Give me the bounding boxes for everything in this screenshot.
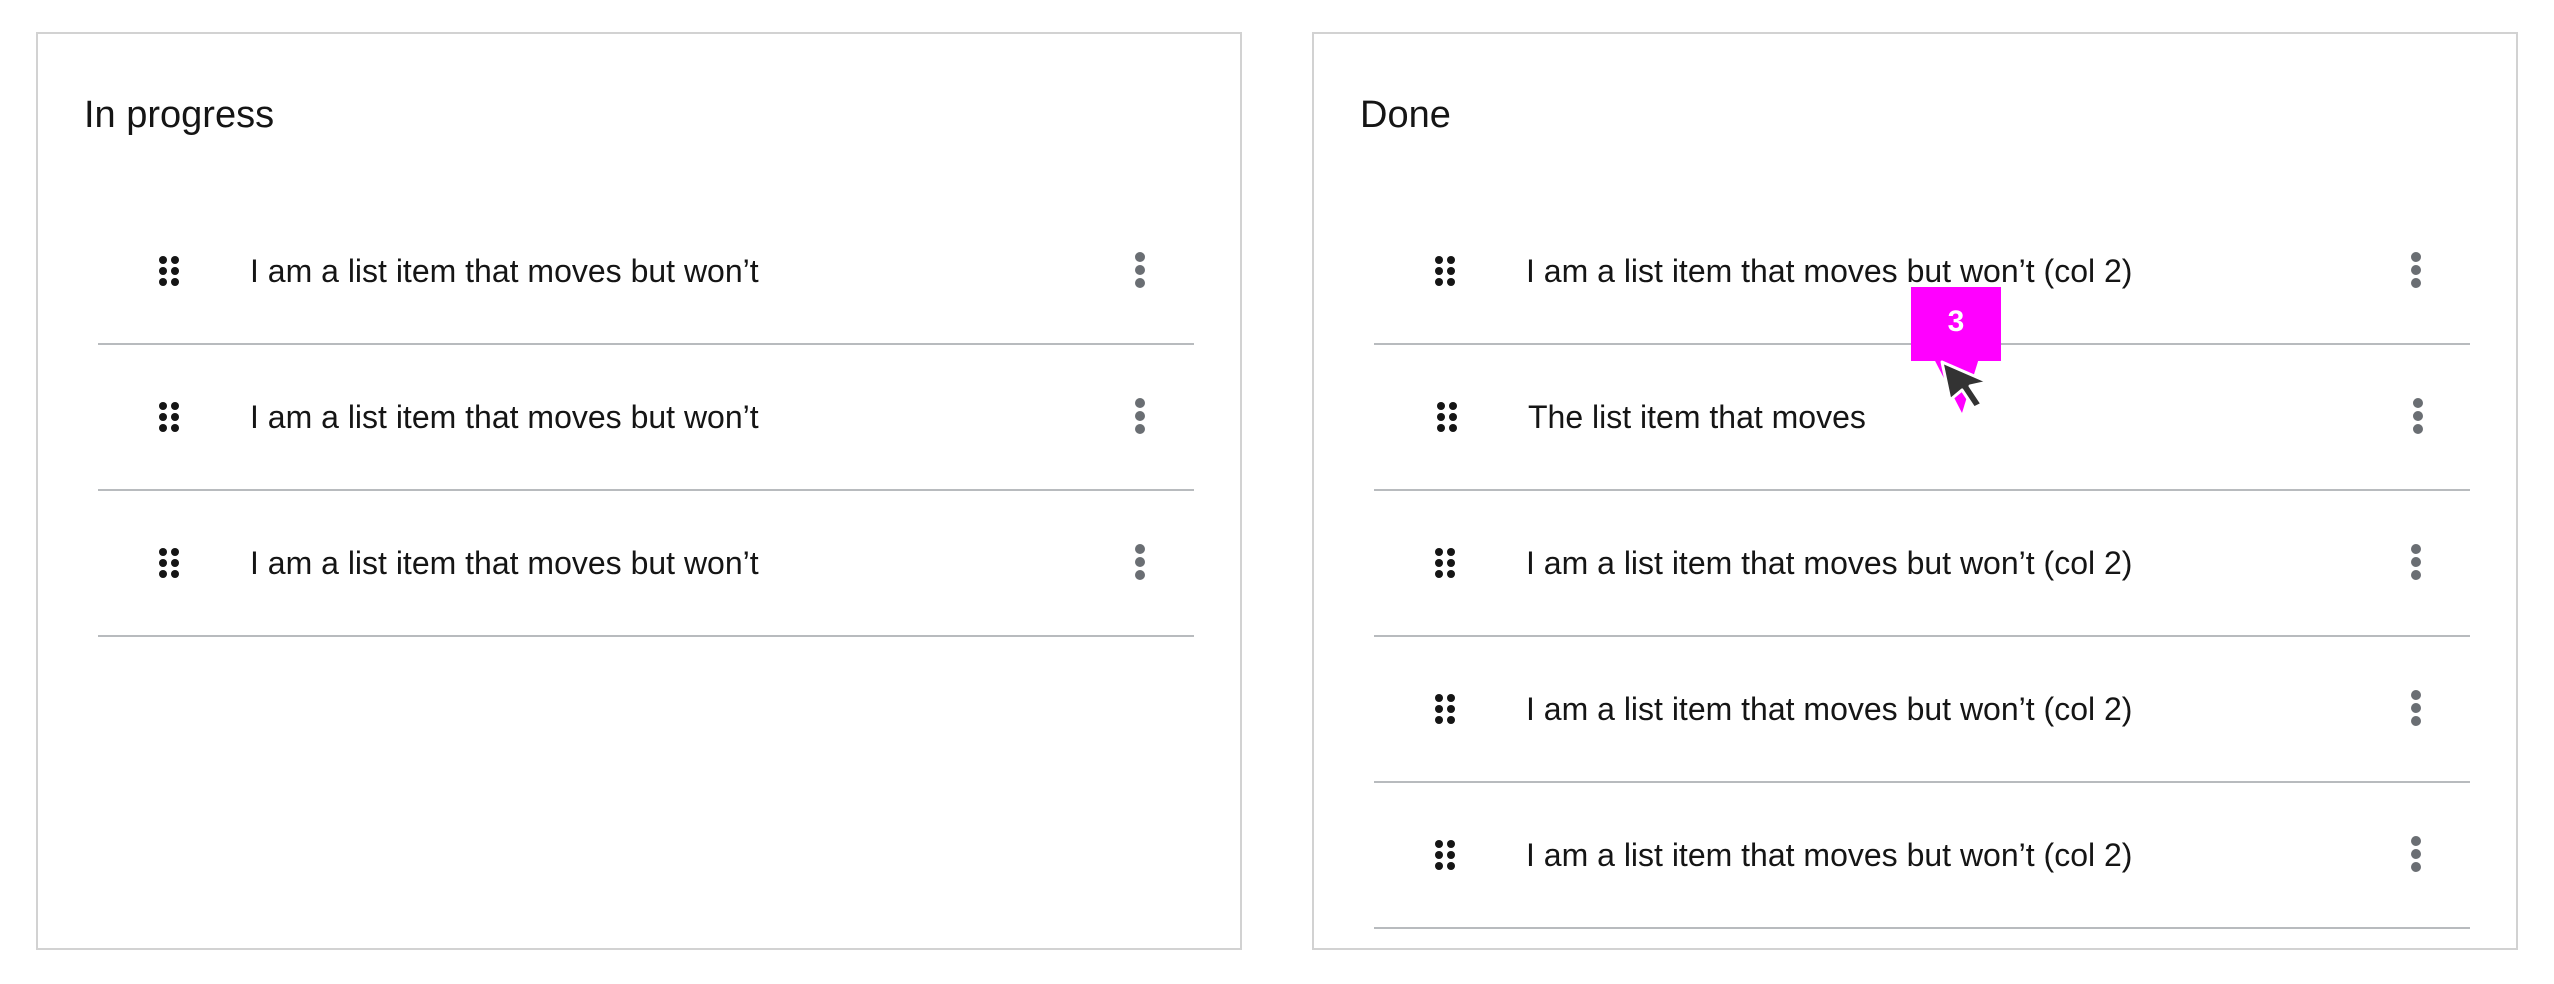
grip-vertical-icon[interactable] [158,548,180,578]
list-item-label: I am a list item that moves but won’t [250,545,759,581]
kebab-menu-icon[interactable] [1134,252,1146,288]
list-item[interactable]: I am a list item that moves but won’t (c… [1374,783,2470,929]
list-item-label: I am a list item that moves but won’t (c… [1526,837,2133,873]
list-item-label: I am a list item that moves but won’t (c… [1526,691,2133,727]
step-number-badge: 3 [1911,287,2001,361]
column-done: Done I am a list item that moves but won… [1312,32,2518,950]
list-item[interactable]: I am a list item that moves but won’t [98,491,1194,637]
grip-vertical-icon[interactable] [1434,548,1456,578]
list-item-label: The list item that moves [1528,399,1866,435]
list-item-label: I am a list item that moves but won’t [250,399,759,435]
column-title: In progress [84,94,275,136]
list-item[interactable]: I am a list item that moves but won’t [98,199,1194,345]
grip-vertical-icon[interactable] [1434,256,1456,286]
list-item-label: I am a list item that moves but won’t (c… [1526,545,2133,581]
grip-vertical-icon[interactable] [158,402,180,432]
grip-vertical-icon[interactable] [1434,694,1456,724]
column-in-progress: In progress I am a list item that moves … [36,32,1242,950]
list-item[interactable]: I am a list item that moves but won’t [98,345,1194,491]
grip-vertical-icon[interactable] [1434,840,1456,870]
list-item[interactable]: I am a list item that moves but won’t (c… [1374,637,2470,783]
grip-vertical-icon[interactable] [158,256,180,286]
kebab-menu-icon[interactable] [2410,836,2422,872]
kebab-menu-icon[interactable] [2412,398,2424,434]
list-item-label: I am a list item that moves but won’t (c… [1526,253,2133,289]
list-item-label: I am a list item that moves but won’t [250,253,759,289]
kebab-menu-icon[interactable] [2410,690,2422,726]
dragged-list-item[interactable]: The list item that moves [1374,345,2470,491]
list-item[interactable]: I am a list item that moves but won’t (c… [1374,491,2470,637]
kebab-menu-icon[interactable] [1134,398,1146,434]
item-list: I am a list item that moves but won’t I … [98,199,1194,637]
kebab-menu-icon[interactable] [2410,544,2422,580]
column-title: Done [1360,94,1451,136]
mouse-pointer-icon [1940,360,1990,410]
grip-vertical-icon[interactable] [1436,402,1458,432]
kebab-menu-icon[interactable] [1134,544,1146,580]
kebab-menu-icon[interactable] [2410,252,2422,288]
